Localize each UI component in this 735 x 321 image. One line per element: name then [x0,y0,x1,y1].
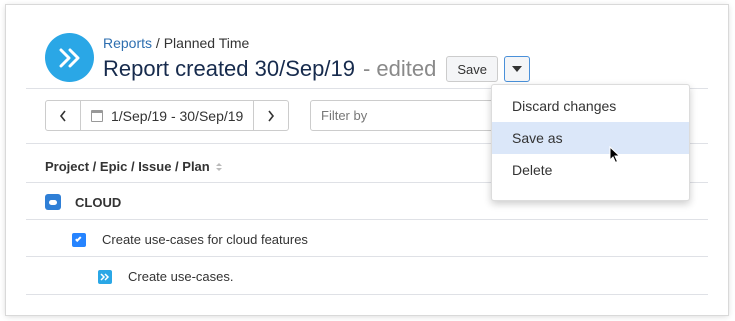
date-range-picker: 1/Sep/19 - 30/Sep/19 [45,100,290,131]
chevron-right-icon [268,110,275,121]
subtask-icon [98,269,112,284]
calendar-icon [91,109,103,122]
page-title: Report created 30/Sep/19 [103,56,355,81]
checkbox-icon[interactable] [72,232,86,247]
breadcrumb: Reports / Planned Time [103,35,249,51]
mouse-cursor-icon [609,146,621,164]
breadcrumb-reports-link[interactable]: Reports [103,35,152,51]
row-divider [26,256,708,257]
row-label: Create use-cases. [128,269,234,284]
edited-indicator: - edited [362,56,437,81]
date-range-text: 1/Sep/19 - 30/Sep/19 [111,107,244,124]
row-label: Create use-cases for cloud features [102,232,308,247]
date-range-field[interactable]: 1/Sep/19 - 30/Sep/19 [80,101,255,130]
save-options-menu: Discard changes Save as Delete [491,84,690,201]
breadcrumb-separator: / [155,35,160,51]
project-icon [45,194,61,210]
title-row: Report created 30/Sep/19 - edited Save [103,56,530,82]
table-row-project[interactable]: CLOUD [45,194,121,210]
row-divider [26,219,708,220]
row-label: CLOUD [75,194,122,210]
column-header-label: Project / Epic / Issue / Plan [45,159,210,174]
report-window: Reports / Planned Time Report created 30… [6,5,728,315]
column-header[interactable]: Project / Epic / Issue / Plan [45,159,222,174]
save-options-dropdown-button[interactable] [503,56,530,82]
chevron-left-icon [59,110,66,121]
row-divider [26,294,708,295]
previous-period-button[interactable] [46,101,80,130]
filter-input[interactable]: Filter by [310,100,510,131]
next-period-button[interactable] [254,101,288,130]
save-button[interactable]: Save [446,56,498,82]
menu-item-delete[interactable]: Delete [492,154,689,186]
table-row-subtask[interactable]: Create use-cases. [98,269,234,284]
app-logo-icon [45,33,94,82]
menu-item-save-as[interactable]: Save as [492,122,689,154]
table-row-epic[interactable]: Create use-cases for cloud features [72,232,308,247]
sort-icon [215,162,222,171]
breadcrumb-current: Planned Time [163,35,250,51]
caret-down-icon [511,66,522,72]
menu-item-discard-changes[interactable]: Discard changes [492,90,689,122]
